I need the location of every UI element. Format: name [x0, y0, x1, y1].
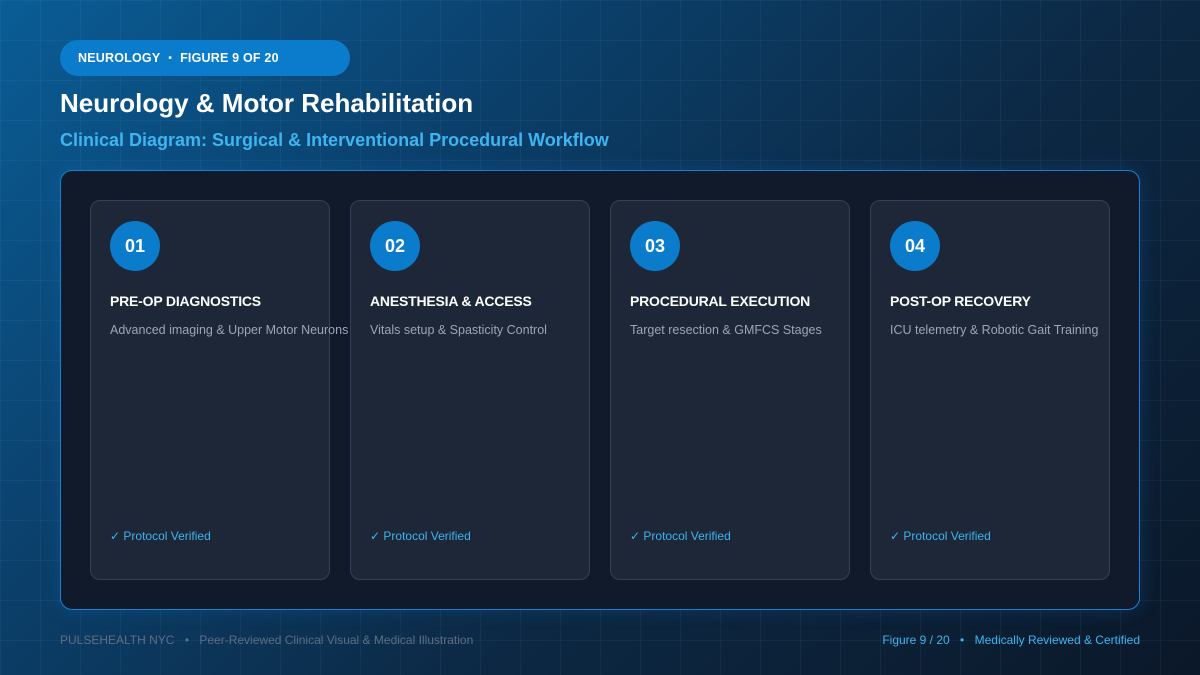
step-title: PRE-OP DIAGNOSTICS: [110, 293, 261, 309]
figure-badge: NEUROLOGY • FIGURE 9 OF 20: [60, 40, 350, 76]
step-title: POST-OP RECOVERY: [890, 293, 1031, 309]
footer-certification: Medically Reviewed & Certified: [974, 633, 1140, 647]
step-description: Advanced imaging & Upper Motor Neurons: [110, 323, 349, 337]
badge-separator: •: [168, 52, 173, 64]
workflow-panel: 01 PRE-OP DIAGNOSTICS Advanced imaging &…: [60, 170, 1140, 610]
footer-tagline: Peer-Reviewed Clinical Visual & Medical …: [199, 633, 474, 647]
footer-brand: PULSEHEALTH NYC: [60, 633, 175, 647]
step-card-recovery: 04 POST-OP RECOVERY ICU telemetry & Robo…: [870, 200, 1110, 580]
step-card-pre-op: 01 PRE-OP DIAGNOSTICS Advanced imaging &…: [90, 200, 348, 580]
badge-figure: FIGURE 9 OF 20: [180, 51, 279, 65]
step-description: Target resection & GMFCS Stages: [630, 323, 822, 337]
step-number-badge: 02: [370, 221, 420, 271]
page-title: Neurology & Motor Rehabilitation: [60, 88, 474, 118]
footer-separator: •: [184, 633, 190, 647]
step-verified-status: ✓ Protocol Verified: [630, 529, 731, 543]
footer-separator: •: [960, 633, 965, 647]
step-number-badge: 01: [110, 221, 160, 271]
step-number-badge: 03: [630, 221, 680, 271]
step-verified-status: ✓ Protocol Verified: [370, 529, 471, 543]
footer-figure-info: Figure 9 / 20 • Medically Reviewed & Cer…: [882, 633, 1140, 647]
badge-category: NEUROLOGY: [78, 51, 161, 65]
step-card-procedural: 03 PROCEDURAL EXECUTION Target resection…: [610, 200, 850, 580]
footer-credits: PULSEHEALTH NYC • Peer-Reviewed Clinical…: [60, 633, 473, 647]
step-description: Vitals setup & Spasticity Control: [370, 323, 547, 337]
step-card-anesthesia: 02 ANESTHESIA & ACCESS Vitals setup & Sp…: [350, 200, 590, 580]
page-subtitle: Clinical Diagram: Surgical & Interventio…: [60, 130, 609, 150]
step-title: PROCEDURAL EXECUTION: [630, 293, 811, 309]
step-description: ICU telemetry & Robotic Gait Training: [890, 323, 1099, 337]
step-verified-status: ✓ Protocol Verified: [110, 529, 211, 543]
step-number-badge: 04: [890, 221, 940, 271]
step-verified-status: ✓ Protocol Verified: [890, 529, 991, 543]
step-title: ANESTHESIA & ACCESS: [370, 293, 532, 309]
footer-figure-number: Figure 9 / 20: [882, 633, 950, 647]
